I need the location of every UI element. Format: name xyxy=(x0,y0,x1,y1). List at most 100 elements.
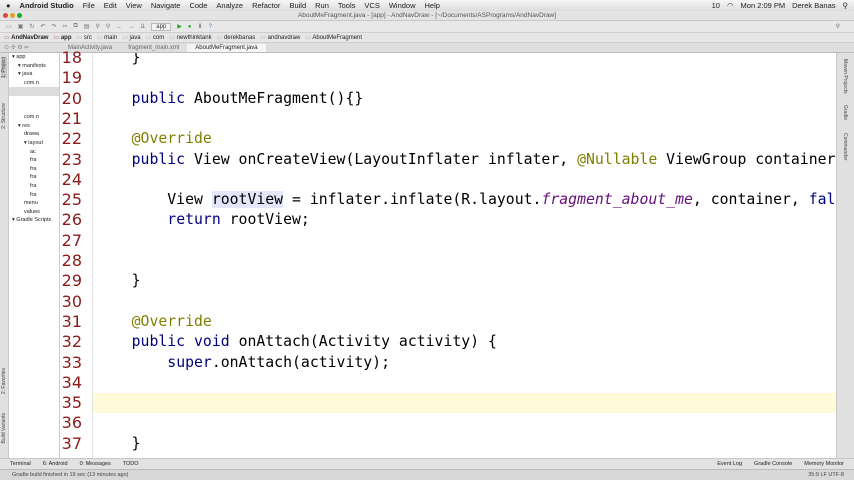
code-line[interactable]: public View onCreateView(LayoutInflater … xyxy=(93,150,836,170)
sync-icon[interactable]: ↻ xyxy=(29,23,34,30)
breadcrumb-item[interactable]: app xyxy=(53,34,72,41)
messages-button[interactable]: 0: Messages xyxy=(80,461,111,467)
project-panel-controls[interactable]: ⊙ ✣ ⚙ ⇤ xyxy=(0,43,60,52)
tree-item[interactable]: fra xyxy=(9,165,59,174)
code-line[interactable] xyxy=(93,292,836,312)
tree-item[interactable] xyxy=(9,105,59,114)
gradle-console-button[interactable]: Gradle Console xyxy=(754,461,792,467)
cut-icon[interactable]: ✂ xyxy=(62,23,67,30)
code-line[interactable] xyxy=(93,170,836,190)
user-name[interactable]: Derek Banas xyxy=(792,1,835,10)
code-line[interactable]: public AboutMeFragment(){} xyxy=(93,89,836,109)
code-line[interactable]: public void onAttach(Activity activity) … xyxy=(93,332,836,352)
code-line[interactable] xyxy=(93,251,836,271)
breadcrumb-item[interactable]: main xyxy=(97,34,117,41)
close-window-button[interactable] xyxy=(3,13,8,18)
code-line[interactable] xyxy=(93,373,836,393)
menu-analyze[interactable]: Analyze xyxy=(216,1,243,10)
tree-item[interactable]: fra xyxy=(9,191,59,200)
code-line[interactable]: View rootView = inflater.inflate(R.layou… xyxy=(93,190,836,210)
android-button[interactable]: 6: Android xyxy=(43,461,68,467)
breadcrumb-item[interactable]: src xyxy=(76,34,92,41)
replace-icon[interactable]: ⚲ xyxy=(106,23,110,30)
tree-item[interactable]: com.n xyxy=(9,113,59,122)
encoding[interactable]: UTF-8 xyxy=(828,472,844,478)
copy-icon[interactable]: ⧉ xyxy=(73,23,77,30)
menu-file[interactable]: File xyxy=(83,1,95,10)
event-log-button[interactable]: Event Log xyxy=(717,461,742,467)
menu-vcs[interactable]: VCS xyxy=(364,1,379,10)
tree-item[interactable] xyxy=(9,87,59,96)
tree-item[interactable]: ▾ java xyxy=(9,70,59,79)
tree-item[interactable]: ac xyxy=(9,148,59,157)
tree-item[interactable] xyxy=(9,96,59,105)
run-config-select[interactable]: app xyxy=(151,22,172,31)
menu-help[interactable]: Help xyxy=(425,1,440,10)
project-panel-button[interactable]: 1: Project xyxy=(1,57,7,79)
breadcrumb-item[interactable]: andnavdraw xyxy=(260,34,301,41)
minimize-window-button[interactable] xyxy=(10,13,15,18)
menu-build[interactable]: Build xyxy=(289,1,306,10)
code-line[interactable]: @Override xyxy=(93,312,836,332)
code-line[interactable] xyxy=(93,413,836,433)
tree-item[interactable]: fra xyxy=(9,156,59,165)
breadcrumb-item[interactable]: AndNavDraw xyxy=(4,34,48,41)
menu-refactor[interactable]: Refactor xyxy=(252,1,280,10)
paste-icon[interactable]: ▤ xyxy=(84,23,90,30)
tree-item[interactable]: ▾ layout xyxy=(9,139,59,148)
breadcrumb-item[interactable]: com xyxy=(146,34,164,41)
back-icon[interactable]: ← xyxy=(116,24,122,30)
help-icon[interactable]: ? xyxy=(209,24,212,30)
code-line[interactable]: @Override xyxy=(93,129,836,149)
debug-icon[interactable]: ● xyxy=(188,24,192,30)
search-everywhere-icon[interactable]: ⚲ xyxy=(836,23,854,30)
cursor-position[interactable]: 35:9 xyxy=(808,472,819,478)
tree-item[interactable]: menu xyxy=(9,199,59,208)
save-icon[interactable]: ▣ xyxy=(18,23,24,30)
clock[interactable]: Mon 2:09 PM xyxy=(741,1,786,10)
code-line[interactable] xyxy=(93,231,836,251)
spotlight-search-icon[interactable]: ⚲ xyxy=(843,1,849,10)
structure-panel-button[interactable]: 2: Structure xyxy=(1,103,7,129)
menu-edit[interactable]: Edit xyxy=(104,1,117,10)
build-variants-panel-button[interactable]: Build Variants xyxy=(1,413,7,443)
find-icon[interactable]: ⚲ xyxy=(95,23,99,30)
menu-window[interactable]: Window xyxy=(389,1,416,10)
run-icon[interactable]: ▶ xyxy=(177,23,182,30)
menu-tools[interactable]: Tools xyxy=(338,1,356,10)
code-line[interactable]: return rootView; xyxy=(93,210,836,230)
breadcrumb-item[interactable]: derekbanas xyxy=(217,34,255,41)
menu-run[interactable]: Run xyxy=(315,1,329,10)
favorites-panel-button[interactable]: 2: Favorites xyxy=(1,368,7,394)
tree-item[interactable]: drawa xyxy=(9,130,59,139)
tree-item[interactable]: fra xyxy=(9,182,59,191)
breadcrumb-item[interactable]: java xyxy=(122,34,141,41)
breadcrumb-item[interactable]: AboutMeFragment xyxy=(305,34,362,41)
app-menu[interactable]: Android Studio xyxy=(20,1,74,10)
code-line[interactable] xyxy=(93,393,836,414)
tree-item[interactable]: ▾ Gradle Scripts xyxy=(9,216,59,225)
wifi-icon[interactable]: ◠ xyxy=(727,1,734,10)
tree-item[interactable]: ▾ app xyxy=(9,53,59,62)
tree-item[interactable]: fra xyxy=(9,173,59,182)
code-line[interactable]: } xyxy=(93,434,836,454)
code-line[interactable] xyxy=(93,109,836,129)
zoom-window-button[interactable] xyxy=(17,13,22,18)
line-separator[interactable]: LF xyxy=(820,472,826,478)
tab-about-me-fragment[interactable]: AboutMeFragment.java xyxy=(187,44,266,52)
code-line[interactable]: } xyxy=(93,271,836,291)
tree-item[interactable]: ▾ manifests xyxy=(9,62,59,71)
apple-icon[interactable]: ● xyxy=(6,1,11,10)
redo-icon[interactable]: ↷ xyxy=(51,23,56,30)
maven-projects-panel-button[interactable]: Maven Projects xyxy=(842,59,848,93)
todo-button[interactable]: TODO xyxy=(123,461,139,467)
gradle-panel-button[interactable]: Gradle xyxy=(842,105,848,120)
undo-icon[interactable]: ↶ xyxy=(40,23,45,30)
tree-item[interactable]: ▾ res xyxy=(9,122,59,131)
make-icon[interactable]: ⇊ xyxy=(140,23,145,30)
tray-count[interactable]: 10 xyxy=(712,1,720,10)
memory-monitor-button[interactable]: Memory Monitor xyxy=(804,461,844,467)
menu-code[interactable]: Code xyxy=(189,1,207,10)
menu-view[interactable]: View xyxy=(126,1,142,10)
menu-navigate[interactable]: Navigate xyxy=(151,1,181,10)
